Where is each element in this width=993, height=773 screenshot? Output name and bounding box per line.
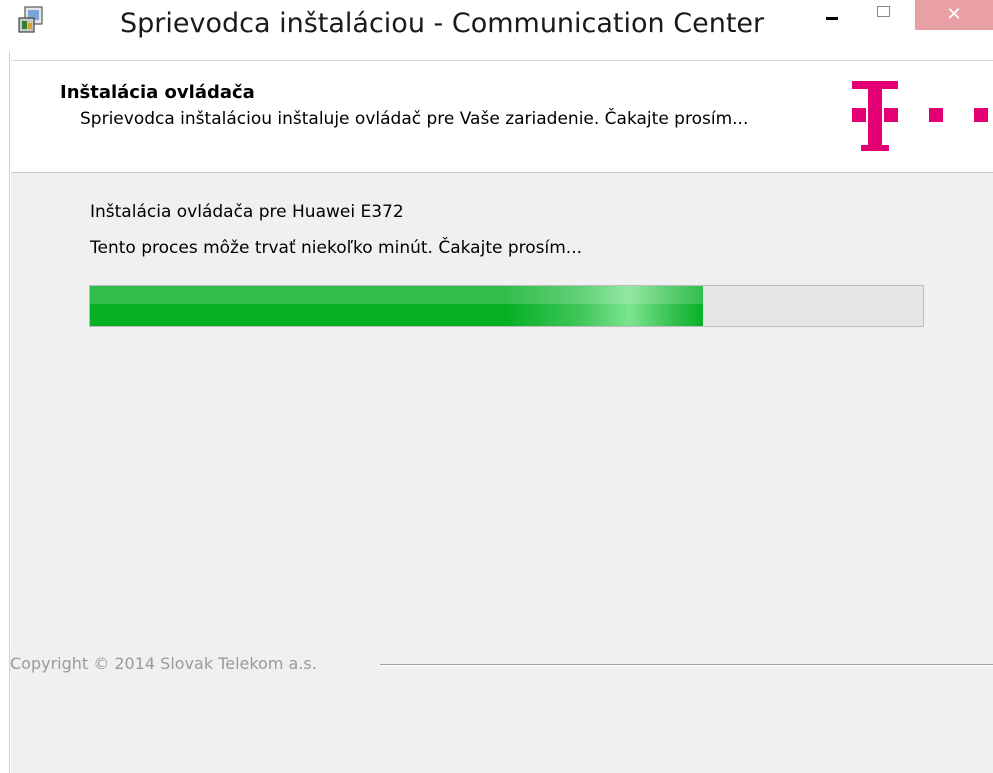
wait-text: Tento proces môže trvať niekoľko minút. … xyxy=(90,238,583,258)
title-bar[interactable]: Sprievodca inštaláciou - Communication C… xyxy=(0,0,993,52)
close-icon: ✕ xyxy=(946,4,962,25)
window-frame-left xyxy=(0,52,10,773)
copyright-text: Copyright © 2014 Slovak Telekom a.s. xyxy=(10,653,326,675)
wizard-header: Inštalácia ovládača Sprievodca inštaláci… xyxy=(11,60,993,173)
window-frame-top xyxy=(10,52,993,60)
maximize-button[interactable] xyxy=(866,0,900,28)
minimize-button[interactable] xyxy=(816,0,850,28)
window-title: Sprievodca inštaláciou - Communication C… xyxy=(120,8,765,39)
progress-bar xyxy=(89,285,924,327)
page-title: Inštalácia ovládača xyxy=(60,82,255,103)
telekom-logo-icon xyxy=(852,81,988,151)
status-text: Inštalácia ovládača pre Huawei E372 xyxy=(90,202,404,222)
close-button[interactable]: ✕ xyxy=(915,0,993,30)
wizard-content: Inštalácia ovládača pre Huawei E372 Tent… xyxy=(11,173,993,773)
progress-fill xyxy=(90,286,704,326)
footer-divider xyxy=(380,664,993,666)
installer-app-icon xyxy=(18,6,43,33)
page-description: Sprievodca inštaláciou inštaluje ovládač… xyxy=(80,109,749,129)
